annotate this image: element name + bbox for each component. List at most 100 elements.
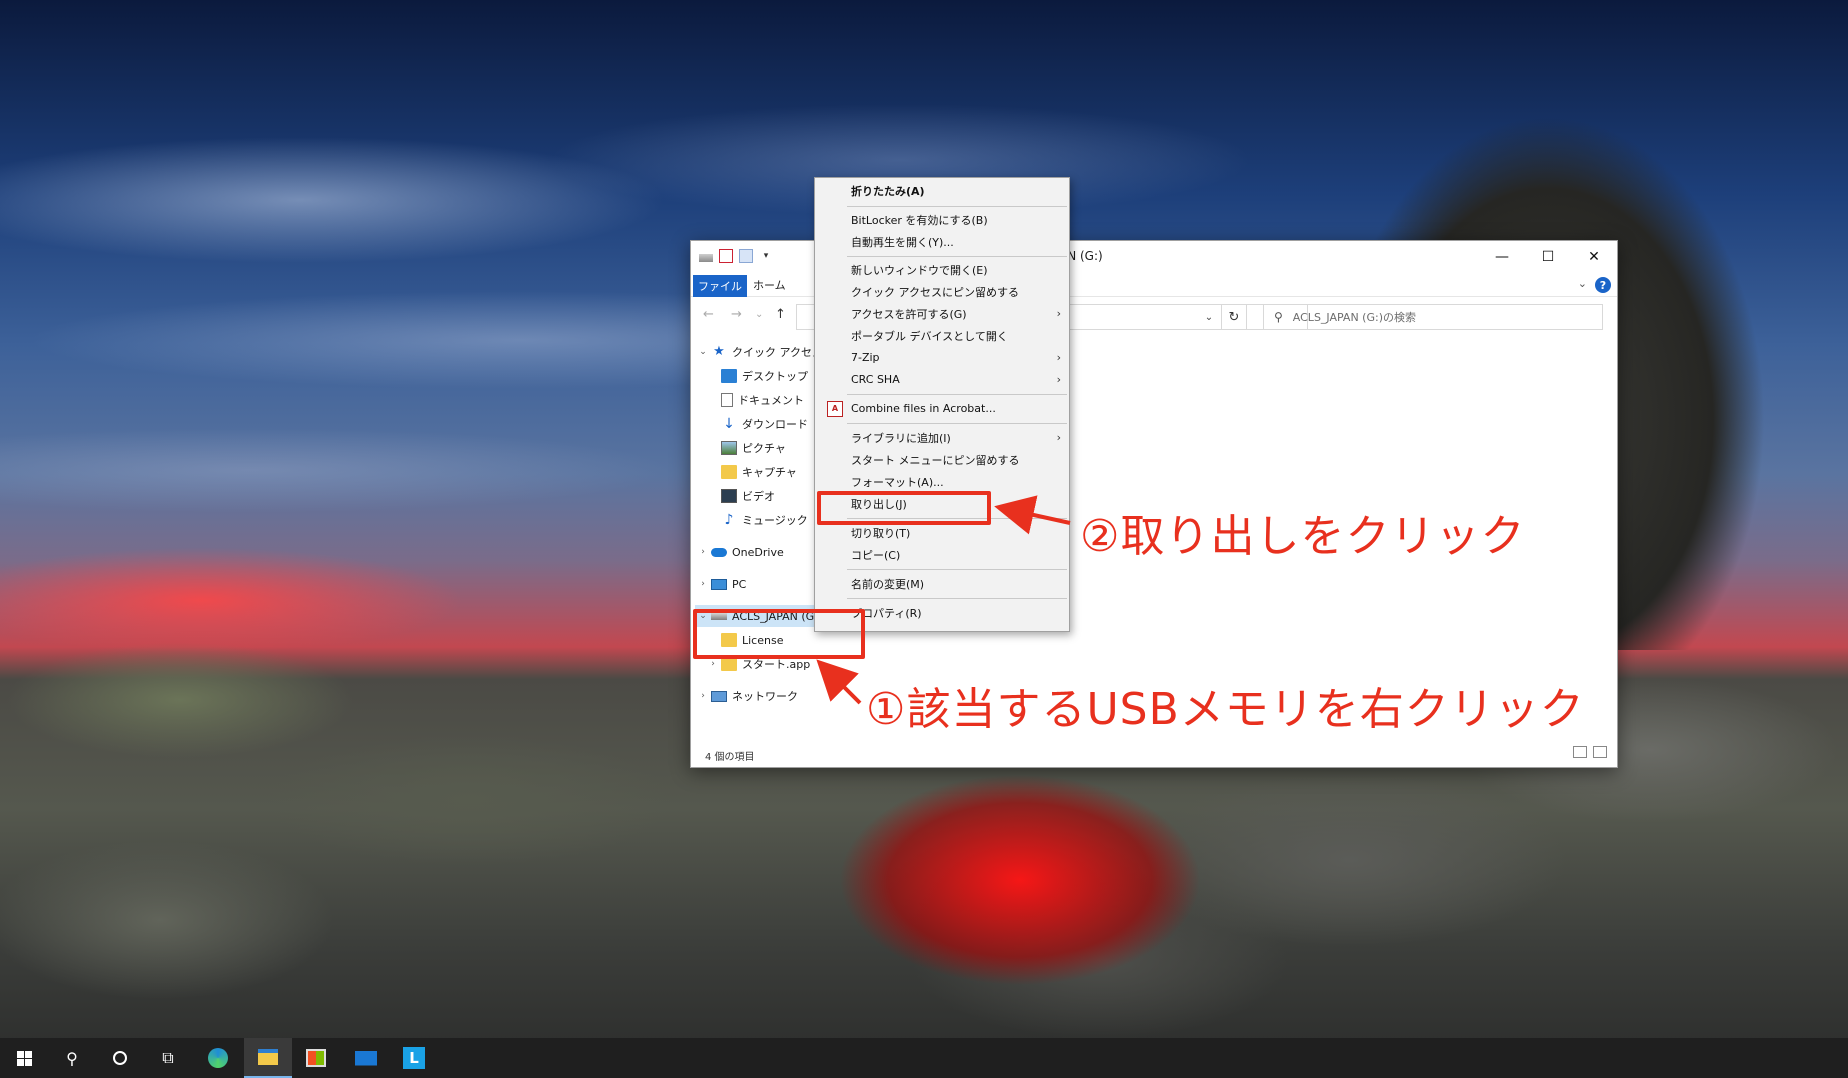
tree-item-pictures[interactable]: ピクチャ: [721, 437, 786, 459]
edge-icon: [208, 1048, 228, 1068]
details-view-icon[interactable]: [1573, 746, 1587, 758]
taskbar-search-button[interactable]: ⚲: [48, 1038, 96, 1078]
windows-logo-icon: [16, 1050, 32, 1066]
task-view-icon: ⧉: [162, 1048, 174, 1067]
help-icon[interactable]: ?: [1595, 277, 1611, 293]
menu-item-give-access[interactable]: アクセスを許可する(G) ›: [817, 303, 1067, 324]
menu-item-copy[interactable]: コピー(C): [817, 544, 1067, 565]
menu-item-label: アクセスを許可する(G): [851, 307, 967, 321]
tree-item-onedrive[interactable]: › OneDrive: [695, 541, 784, 563]
menu-separator: [847, 394, 1067, 395]
drive-icon: [699, 253, 713, 262]
store-button[interactable]: [292, 1038, 340, 1078]
menu-separator: [847, 256, 1067, 257]
menu-item-autoplay[interactable]: 自動再生を開く(Y)...: [817, 231, 1067, 252]
menu-item-add-library[interactable]: ライブラリに追加(I) ›: [817, 427, 1067, 448]
l-app-button[interactable]: L: [390, 1038, 438, 1078]
search-icon: ⚲: [66, 1048, 78, 1068]
download-icon: ↓: [723, 416, 735, 432]
document-icon: [721, 393, 733, 407]
status-bar-item-count: 4 個の項目: [705, 752, 755, 763]
close-button[interactable]: ✕: [1571, 241, 1617, 273]
tree-item-documents[interactable]: ドキュメント: [721, 389, 804, 411]
search-input[interactable]: ⚲ ACLS_JAPAN (G:)の検索: [1263, 304, 1603, 330]
tree-item-videos[interactable]: ビデオ: [721, 485, 775, 507]
cloud-icon: [711, 547, 727, 557]
menu-separator: [847, 423, 1067, 424]
l-app-icon: L: [403, 1047, 425, 1069]
menu-item-format[interactable]: フォーマット(A)...: [817, 471, 1067, 492]
menu-item-label: CRC SHA: [851, 373, 900, 386]
tab-home[interactable]: ホーム: [753, 277, 786, 293]
up-button[interactable]: ↑: [775, 307, 786, 322]
expand-chevron-icon[interactable]: ⌄: [695, 347, 711, 357]
menu-item-crc-sha[interactable]: CRC SHA ›: [817, 369, 1067, 390]
file-explorer-icon: [258, 1049, 278, 1065]
menu-item-label: Combine files in Acrobat...: [851, 402, 996, 415]
refresh-button[interactable]: ↻: [1221, 304, 1247, 330]
tree-label: ダウンロード: [742, 418, 808, 431]
address-dropdown-icon[interactable]: ⌄: [1199, 304, 1219, 330]
menu-item-bitlocker[interactable]: BitLocker を有効にする(B): [817, 209, 1067, 230]
star-icon: ★: [713, 344, 725, 359]
expand-chevron-icon[interactable]: ›: [695, 691, 711, 701]
expand-chevron-icon[interactable]: ›: [695, 547, 711, 557]
network-icon: [711, 690, 727, 702]
acrobat-icon: A: [827, 400, 843, 417]
music-icon: ♪: [724, 512, 734, 528]
wallpaper-red-light: [780, 760, 1260, 1050]
forward-button[interactable]: →: [731, 307, 742, 322]
tree-item-capture[interactable]: キャプチャ: [721, 461, 797, 483]
menu-separator: [847, 206, 1067, 207]
maximize-button[interactable]: ☐: [1525, 241, 1571, 273]
tree-item-pc[interactable]: › PC: [695, 573, 746, 595]
tree-label: デスクトップ: [742, 370, 808, 383]
expand-ribbon-chevron-icon[interactable]: ⌄: [1578, 277, 1587, 290]
store-icon: [306, 1049, 326, 1067]
tab-file[interactable]: ファイル: [693, 275, 747, 297]
tree-item-music[interactable]: ♪ ミュージック: [721, 509, 808, 531]
task-view-button[interactable]: ⧉: [144, 1038, 192, 1078]
recent-locations-button[interactable]: ⌄: [755, 309, 763, 320]
new-folder-icon[interactable]: [739, 249, 753, 263]
menu-separator: [847, 569, 1067, 570]
mail-button[interactable]: [342, 1038, 390, 1078]
expand-chevron-icon[interactable]: ›: [705, 659, 721, 669]
menu-separator: [847, 598, 1067, 599]
menu-item-collapse[interactable]: 折りたたみ(A): [817, 180, 1067, 201]
cortana-icon: [113, 1051, 127, 1065]
menu-item-acrobat[interactable]: A Combine files in Acrobat...: [817, 398, 1067, 419]
tree-item-downloads[interactable]: ↓ ダウンロード: [721, 413, 808, 435]
tree-label: ビデオ: [742, 490, 775, 503]
tree-item-desktop[interactable]: デスクトップ: [721, 365, 808, 387]
cortana-button[interactable]: [96, 1038, 144, 1078]
search-placeholder: ACLS_JAPAN (G:)の検索: [1292, 311, 1416, 324]
submenu-arrow-icon: ›: [1056, 307, 1061, 320]
folder-icon: [721, 657, 737, 671]
submenu-arrow-icon: ›: [1056, 431, 1061, 444]
menu-item-pin-start[interactable]: スタート メニューにピン留めする: [817, 449, 1067, 470]
minimize-button[interactable]: —: [1479, 241, 1525, 273]
tree-label: ネットワーク: [732, 690, 798, 703]
desktop-icon: [721, 369, 737, 383]
menu-item-pin-quick-access[interactable]: クイック アクセスにピン留めする: [817, 281, 1067, 302]
tree-label: PC: [732, 577, 747, 591]
tree-item-network[interactable]: › ネットワーク: [695, 685, 798, 707]
menu-item-cut[interactable]: 切り取り(T): [817, 522, 1067, 543]
drive-highlight-box: [693, 609, 865, 659]
start-button[interactable]: [0, 1038, 48, 1078]
menu-item-new-window[interactable]: 新しいウィンドウで開く(E): [817, 259, 1067, 280]
properties-icon[interactable]: [719, 249, 733, 263]
expand-chevron-icon[interactable]: ›: [695, 579, 711, 589]
menu-item-7zip[interactable]: 7-Zip ›: [817, 347, 1067, 368]
menu-item-portable-device[interactable]: ポータブル デバイスとして開く: [817, 325, 1067, 346]
pc-icon: [711, 578, 727, 590]
tree-item-quick-access[interactable]: ⌄ ★ クイック アクセス: [695, 341, 823, 363]
edge-button[interactable]: [194, 1038, 242, 1078]
pictures-icon: [721, 441, 737, 455]
file-explorer-button[interactable]: [244, 1038, 292, 1078]
customize-toolbar-icon[interactable]: ▾: [759, 249, 773, 263]
large-icons-view-icon[interactable]: [1593, 746, 1607, 758]
menu-item-rename[interactable]: 名前の変更(M): [817, 573, 1067, 594]
back-button[interactable]: ←: [703, 307, 714, 322]
